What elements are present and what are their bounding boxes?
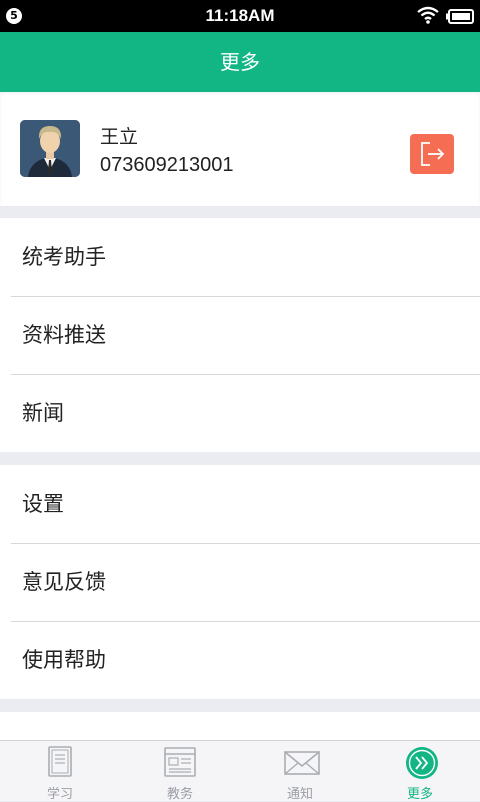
page-title: 更多 [220, 50, 260, 74]
menu-item-feedback[interactable]: 意见反馈 [0, 543, 480, 621]
tab-study[interactable]: 学习 [0, 741, 120, 802]
menu-group-footer [0, 712, 480, 740]
status-time: 11:18AM [205, 6, 275, 25]
user-name: 王立 [100, 126, 139, 148]
tab-label: 通知 [286, 787, 313, 802]
logout-button[interactable] [410, 134, 454, 174]
browser-window-icon [164, 747, 196, 777]
app-header: 更多 [0, 32, 480, 92]
book-icon [48, 746, 72, 777]
status-bar: 5 11:18AM [0, 0, 480, 32]
tab-label: 学习 [46, 787, 73, 802]
tab-notifications[interactable]: 通知 [240, 741, 360, 802]
tab-more[interactable]: 更多 [360, 741, 480, 802]
menu-item-exam-assistant[interactable]: 统考助手 [0, 218, 480, 296]
avatar[interactable] [20, 120, 80, 177]
tab-label: 更多 [406, 787, 433, 802]
menu-item-materials-push[interactable]: 资料推送 [0, 296, 480, 374]
battery-icon [446, 9, 474, 24]
wifi-icon [417, 6, 439, 24]
logout-icon [421, 142, 445, 166]
envelope-icon [284, 751, 320, 775]
menu-item-settings[interactable]: 设置 [0, 465, 480, 543]
user-id: 073609213001 [100, 154, 234, 176]
profile-card[interactable]: 王立 073609213001 [0, 92, 480, 206]
menu-group-tools: 统考助手 资料推送 新闻 [0, 218, 480, 452]
tab-academic-affairs[interactable]: 教务 [120, 741, 240, 802]
menu-group-settings: 设置 意见反馈 使用帮助 [0, 465, 480, 699]
bottom-tab-bar: 学习 教务 通知 更多 [0, 740, 480, 802]
double-chevron-right-icon [406, 747, 438, 779]
tab-label: 教务 [166, 787, 193, 802]
menu-item-news[interactable]: 新闻 [0, 374, 480, 452]
menu-item-help[interactable]: 使用帮助 [0, 621, 480, 699]
